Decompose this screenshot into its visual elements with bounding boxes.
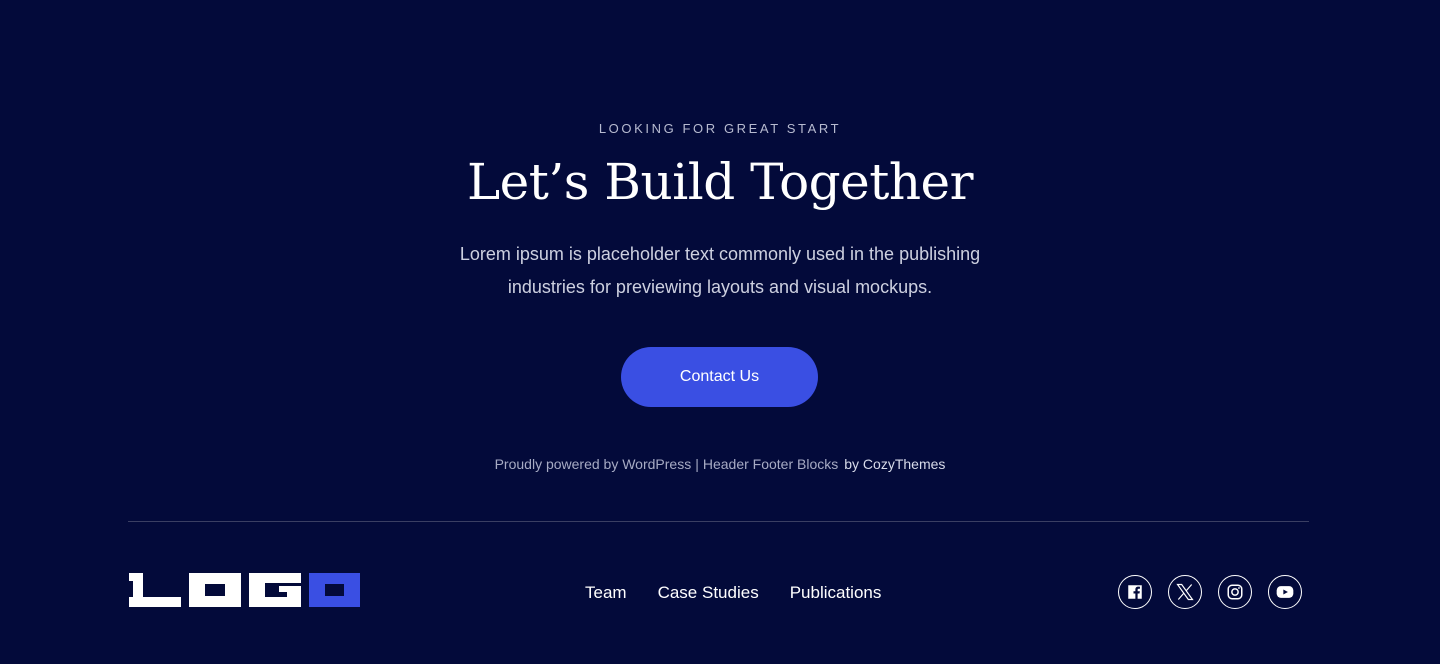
footer-divider (128, 521, 1309, 522)
instagram-link[interactable] (1218, 575, 1252, 609)
youtube-icon (1276, 586, 1294, 598)
page: LOOKING FOR GREAT START Let’s Build Toge… (0, 0, 1440, 664)
theme-link[interactable]: Header Footer Blocks (703, 456, 838, 472)
facebook-link[interactable] (1118, 575, 1152, 609)
headline: Let’s Build Together (466, 153, 974, 211)
nav-link-publications[interactable]: Publications (790, 582, 882, 604)
nav-link-case-studies[interactable]: Case Studies (658, 582, 759, 604)
facebook-icon (1128, 585, 1142, 599)
logo-mark (129, 573, 360, 607)
eyebrow-text: LOOKING FOR GREAT START (598, 121, 842, 136)
x-icon (1176, 583, 1194, 601)
footer-nav: Team Case Studies Publications (585, 582, 881, 604)
contact-us-button[interactable]: Contact Us (621, 347, 818, 407)
x-link[interactable] (1168, 575, 1202, 609)
credits-line: Proudly powered by WordPress | Header Foot… (0, 455, 1440, 473)
site-logo[interactable] (129, 573, 360, 607)
nav-link-team[interactable]: Team (585, 582, 627, 604)
social-links (1118, 575, 1302, 609)
credits-separator: | (695, 456, 699, 472)
lede-text: Lorem ipsum is placeholder text commonly… (459, 244, 981, 297)
youtube-link[interactable] (1268, 575, 1302, 609)
powered-by-link[interactable]: Proudly powered by WordPress (495, 456, 692, 472)
author-link[interactable]: by CozyThemes (844, 456, 945, 472)
instagram-icon (1227, 584, 1243, 600)
